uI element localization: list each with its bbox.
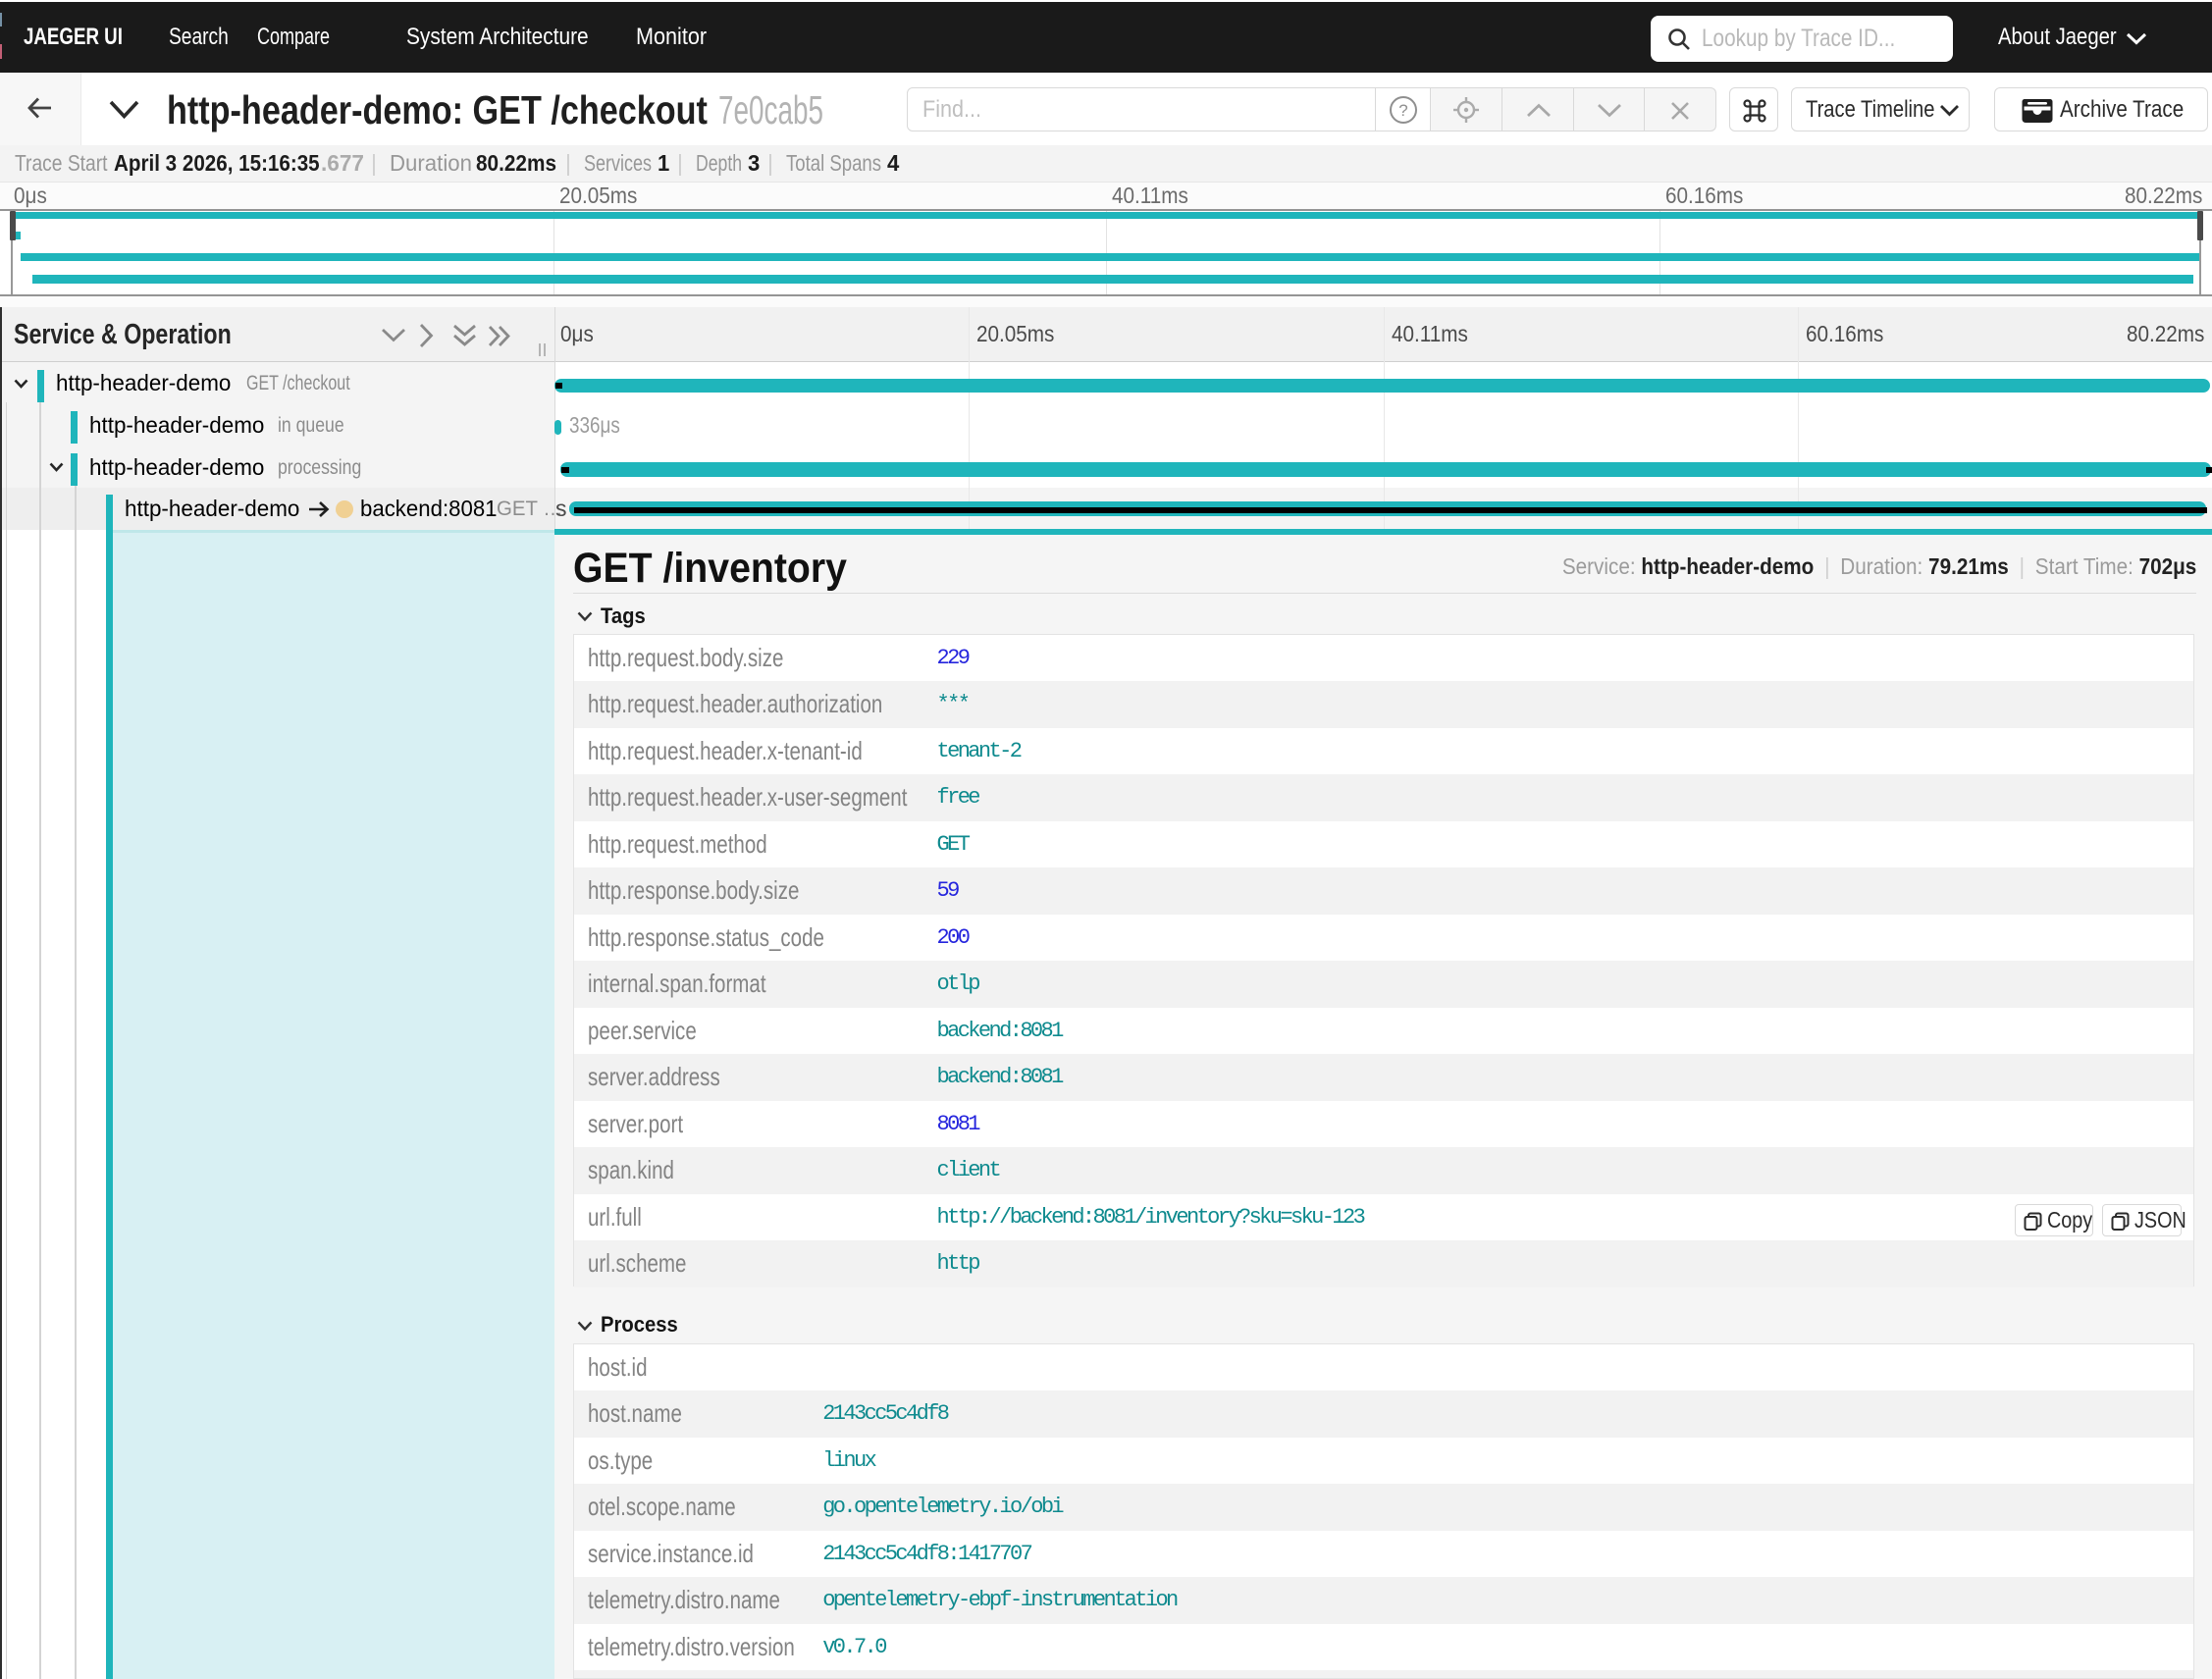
svg-text:?: ?: [1398, 101, 1407, 120]
